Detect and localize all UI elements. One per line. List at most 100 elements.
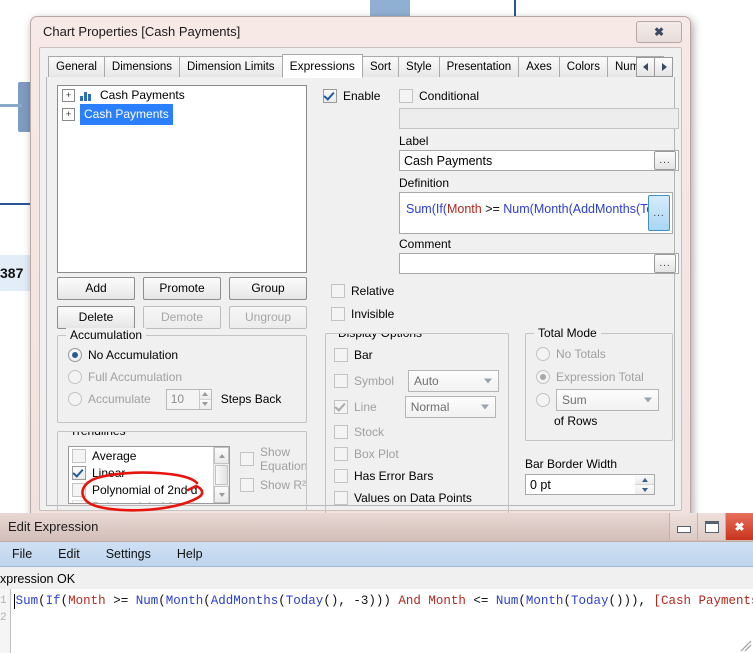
promote-button[interactable]: Promote (143, 277, 221, 300)
stepper-down-icon[interactable] (635, 485, 654, 494)
menu-help[interactable]: Help (171, 545, 209, 563)
checkbox-icon[interactable] (334, 469, 348, 483)
trendline-item-linear[interactable]: Linear (69, 464, 229, 481)
definition-input[interactable]: Sum(If(Month >= Num(Month(AddMonths(Tod … (399, 192, 673, 234)
trendlines-list[interactable]: Average Linear Polynomial of 2nd d Polyn… (68, 446, 230, 504)
trendline-item-poly2[interactable]: Polynomial of 2nd d (69, 481, 229, 498)
radio-expression-total[interactable]: Expression Total (536, 368, 659, 386)
scroll-down-icon[interactable] (214, 486, 229, 503)
stepper-arrows[interactable] (198, 389, 211, 409)
line-combo[interactable]: Normal (404, 395, 496, 418)
checkbox-icon[interactable] (240, 478, 254, 492)
radio-aggregation[interactable]: Sum (536, 389, 659, 411)
edit-expression-titlebar[interactable]: Edit Expression ✖ (0, 513, 753, 542)
radio-full-accumulation[interactable]: Full Accumulation (68, 368, 281, 386)
delete-button[interactable]: Delete (57, 306, 135, 329)
tab-axes[interactable]: Axes (518, 56, 560, 78)
display-option-values-on-data-points[interactable]: Values on Data Points (334, 489, 502, 507)
tab-scroll-right-icon[interactable] (654, 57, 673, 77)
menu-file[interactable]: File (6, 545, 38, 563)
tab-general[interactable]: General (48, 56, 105, 78)
display-option-box-plot[interactable]: Box Plot (334, 445, 502, 463)
radio-icon[interactable] (536, 347, 550, 361)
tab-dimension-limits[interactable]: Dimension Limits (179, 56, 283, 78)
show-equation-option[interactable]: Show Equation (240, 445, 306, 473)
checkbox-icon[interactable] (334, 491, 348, 505)
symbol-combo[interactable]: Auto (408, 369, 500, 392)
scrollbar-thumb[interactable] (215, 465, 228, 485)
stepper-arrows[interactable] (635, 475, 654, 494)
stepper-down-icon[interactable] (199, 399, 211, 409)
tab-colors[interactable]: Colors (558, 56, 608, 78)
steps-back-stepper[interactable] (165, 388, 212, 410)
checkbox-icon[interactable] (334, 348, 348, 362)
definition-browse-button[interactable]: ... (648, 195, 670, 231)
radio-icon[interactable] (536, 370, 550, 384)
expression-editor[interactable]: 1 2 Sum(If(Month >= Num(Month(AddMonths(… (0, 589, 753, 653)
stepper-up-icon[interactable] (199, 389, 211, 400)
checkbox-icon[interactable] (334, 373, 348, 388)
checkbox-icon[interactable] (331, 307, 345, 321)
display-option-stock[interactable]: Stock (334, 423, 502, 441)
trendline-item-average[interactable]: Average (69, 447, 229, 464)
add-button[interactable]: Add (57, 277, 135, 300)
tab-scroll-left-icon[interactable] (636, 57, 655, 77)
expression-tree[interactable]: + Cash Payments + Cash Payments (57, 85, 307, 273)
radio-icon[interactable] (68, 348, 82, 362)
comment-input[interactable]: ... (399, 253, 679, 274)
resize-grip-icon[interactable] (740, 640, 752, 652)
relative-option[interactable]: Relative (331, 282, 394, 300)
radio-accumulate[interactable]: Accumulate Steps Back (68, 388, 281, 410)
display-option-bar[interactable]: Bar (334, 346, 502, 364)
tab-dimensions[interactable]: Dimensions (103, 56, 180, 78)
tab-presentation[interactable]: Presentation (438, 56, 520, 78)
tree-item-root[interactable]: + Cash Payments (58, 86, 306, 105)
minimize-icon[interactable] (669, 513, 697, 540)
checkbox-icon[interactable] (72, 448, 86, 463)
display-option-line[interactable]: Line Normal (334, 395, 502, 418)
bar-border-stepper[interactable] (635, 475, 654, 494)
trendlines-scrollbar[interactable] (213, 447, 229, 503)
checkbox-icon[interactable] (331, 284, 345, 298)
checkbox-icon[interactable] (72, 465, 86, 480)
steps-back-input[interactable] (166, 389, 199, 409)
expand-plus-icon[interactable]: + (62, 89, 75, 102)
checkbox-icon[interactable] (334, 447, 348, 461)
checkbox-icon[interactable] (334, 425, 348, 439)
close-icon[interactable]: ✖ (725, 513, 753, 540)
stepper-up-icon[interactable] (635, 475, 654, 485)
bar-border-width-input[interactable]: 0 pt (525, 474, 655, 495)
conditional-option[interactable]: Conditional (399, 87, 479, 105)
checkbox-icon[interactable] (323, 89, 337, 103)
display-option-has-error-bars[interactable]: Has Error Bars (334, 467, 502, 485)
menu-edit[interactable]: Edit (52, 545, 86, 563)
checkbox-icon[interactable] (72, 499, 86, 503)
radio-icon[interactable] (68, 370, 82, 384)
expand-plus-icon[interactable]: + (62, 108, 75, 121)
tab-sort[interactable]: Sort (361, 56, 400, 78)
expression-code-area[interactable]: Sum(If(Month >= Num(Month(AddMonths(Toda… (11, 589, 753, 653)
comment-browse-button[interactable]: ... (654, 254, 676, 273)
dialog-titlebar[interactable]: Chart Properties [Cash Payments] ✖ (31, 17, 690, 47)
radio-no-totals[interactable]: No Totals (536, 345, 659, 363)
tree-item-selected[interactable]: + Cash Payments (58, 104, 306, 125)
radio-icon[interactable] (68, 392, 82, 406)
label-browse-button[interactable]: ... (654, 151, 676, 170)
label-input[interactable]: Cash Payments ... (399, 150, 679, 171)
checkbox-icon[interactable] (240, 452, 254, 466)
display-option-symbol[interactable]: Symbol Auto (334, 369, 502, 392)
menu-settings[interactable]: Settings (100, 545, 157, 563)
scroll-up-icon[interactable] (214, 447, 229, 464)
tab-style[interactable]: Style (398, 56, 440, 78)
invisible-option[interactable]: Invisible (331, 305, 394, 323)
checkbox-icon[interactable] (334, 399, 348, 414)
aggregation-combo[interactable]: Sum (556, 389, 659, 411)
maximize-icon[interactable] (697, 513, 725, 540)
close-icon[interactable]: ✖ (636, 21, 682, 43)
radio-icon[interactable] (536, 393, 550, 407)
show-r2-option[interactable]: Show R² (240, 476, 306, 494)
checkbox-icon[interactable] (399, 89, 413, 103)
trendline-item-poly3[interactable]: Polynomial of 3rd d (69, 498, 229, 503)
checkbox-icon[interactable] (72, 482, 86, 497)
conditional-input[interactable] (399, 108, 679, 129)
